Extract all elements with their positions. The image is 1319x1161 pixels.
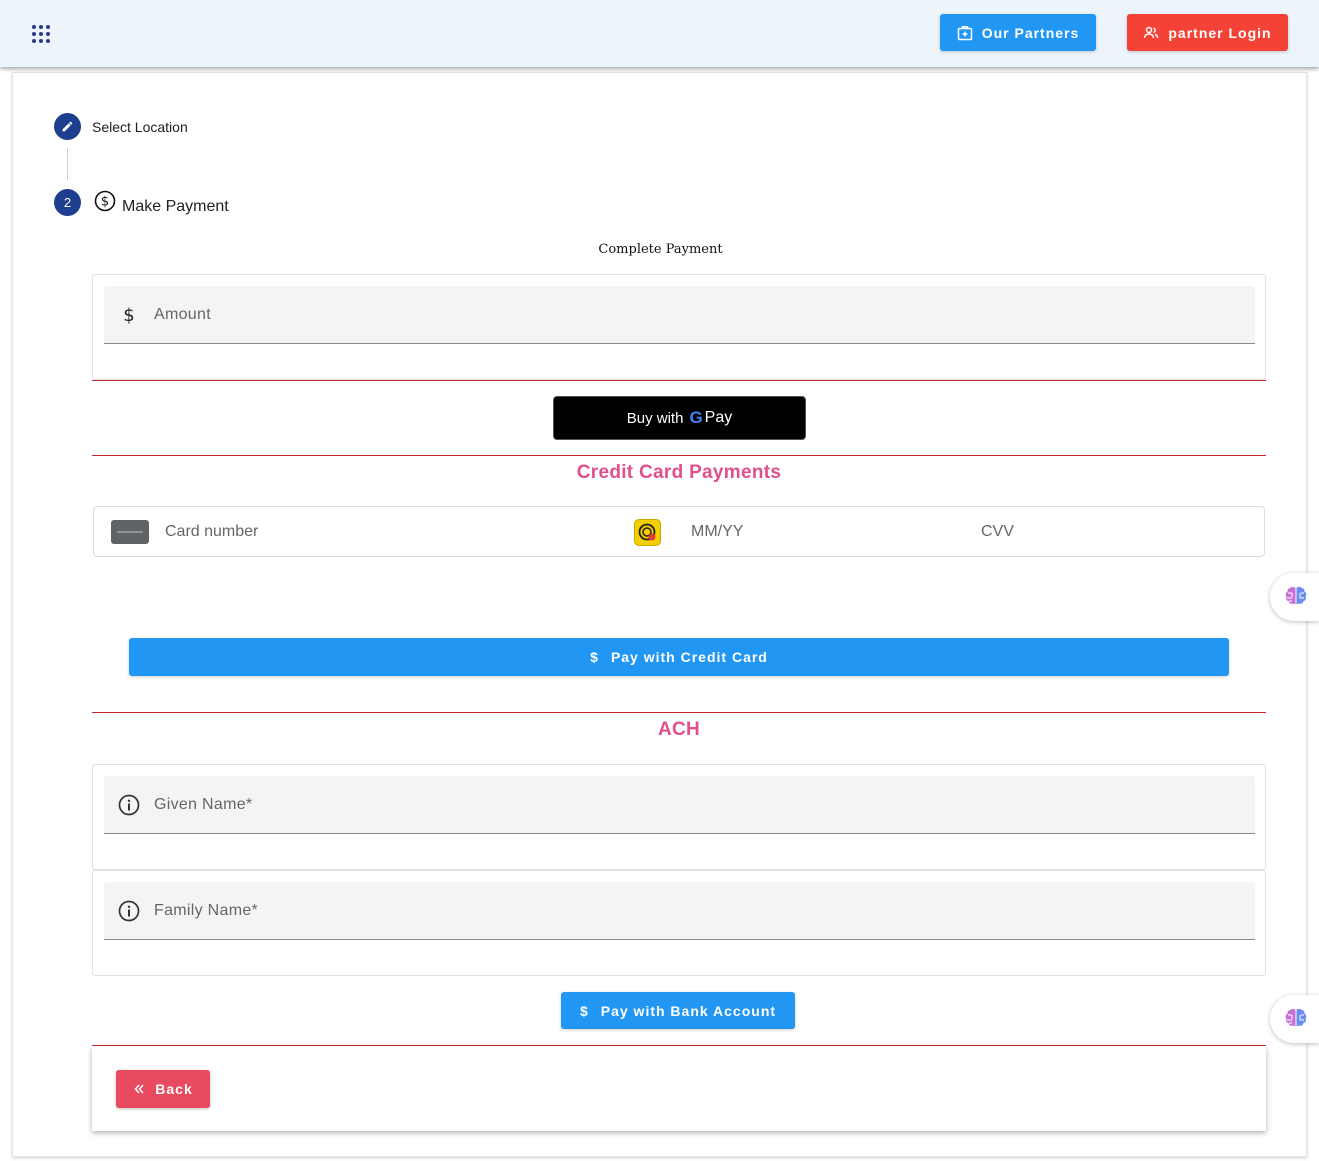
back-card: Back (92, 1046, 1266, 1131)
svg-text:$: $ (101, 195, 109, 210)
step1-edit-circle[interactable] (54, 113, 81, 140)
google-g-icon: G (689, 408, 703, 427)
section-divider (92, 380, 1266, 381)
gpay-prefix: Buy with (626, 409, 684, 427)
expiry-input[interactable]: MM/YY (691, 523, 743, 541)
family-name-field[interactable]: Family Name* (104, 882, 1255, 940)
stepper-connector (67, 148, 68, 180)
dollar-icon: $ (590, 649, 599, 665)
card-number-input[interactable]: Card number (165, 523, 258, 541)
credit-card-title: Credit Card Payments (576, 462, 782, 483)
pay-credit-card-label: Pay with Credit Card (610, 649, 768, 665)
family-name-section: Family Name* (92, 870, 1266, 976)
complete-payment-title: Complete Payment (598, 242, 723, 257)
section-divider (92, 455, 1266, 456)
gpay-pay-label: Pay (704, 409, 733, 426)
cvv-input[interactable]: CVV (981, 523, 1014, 541)
dollar-circle-icon: $ (94, 190, 116, 212)
step1-label: Select Location (92, 119, 188, 135)
ach-title: ACH (657, 719, 701, 740)
partner-login-label: partner Login (1168, 24, 1272, 41)
our-partners-label: Our Partners (981, 24, 1080, 41)
ai-assistant-button[interactable] (1270, 995, 1319, 1043)
credit-card-icon (111, 520, 149, 544)
back-label: Back (155, 1081, 193, 1097)
credit-card-input-row: Card number MM/YY CVV (93, 506, 1265, 557)
main-card: Select Location 2 $ Make Payment Complet… (12, 72, 1307, 1157)
apps-grid-icon[interactable] (32, 25, 50, 43)
info-icon (104, 900, 154, 922)
users-icon (1144, 26, 1159, 38)
step2-number: 2 (54, 189, 81, 216)
svg-text:$: $ (123, 305, 134, 326)
partner-login-button[interactable]: partner Login (1127, 14, 1288, 51)
given-name-section: Given Name* (92, 764, 1266, 870)
dollar-icon: $ (104, 304, 154, 326)
brain-icon (1285, 586, 1307, 605)
dollar-icon: $ (579, 1002, 589, 1019)
info-icon (104, 794, 154, 816)
pencil-icon (62, 121, 73, 132)
top-app-bar: Our Partners partner Login (0, 0, 1319, 67)
pay-with-bank-account-button[interactable]: $ Pay with Bank Account (561, 992, 795, 1029)
brain-icon (1285, 1008, 1307, 1027)
medical-bag-icon (957, 25, 972, 40)
amount-placeholder: Amount (154, 305, 211, 323)
card-brand-badge-icon (634, 519, 661, 546)
given-name-field[interactable]: Given Name* (104, 776, 1255, 834)
our-partners-button[interactable]: Our Partners (940, 14, 1096, 51)
amount-section: $ Amount (92, 274, 1266, 380)
pay-bank-account-label: Pay with Bank Account (600, 1002, 777, 1019)
ai-assistant-button[interactable] (1270, 573, 1319, 621)
amount-field[interactable]: $ Amount (104, 286, 1255, 344)
section-divider (92, 712, 1266, 713)
step2-label: Make Payment (122, 198, 229, 215)
back-button[interactable]: Back (116, 1070, 210, 1108)
given-name-placeholder: Given Name* (154, 795, 253, 813)
double-chevron-left-icon (134, 1084, 144, 1094)
pay-with-credit-card-button[interactable]: $ Pay with Credit Card (129, 638, 1229, 676)
google-pay-button[interactable]: Buy with G Pay (553, 396, 806, 440)
family-name-placeholder: Family Name* (154, 901, 259, 919)
